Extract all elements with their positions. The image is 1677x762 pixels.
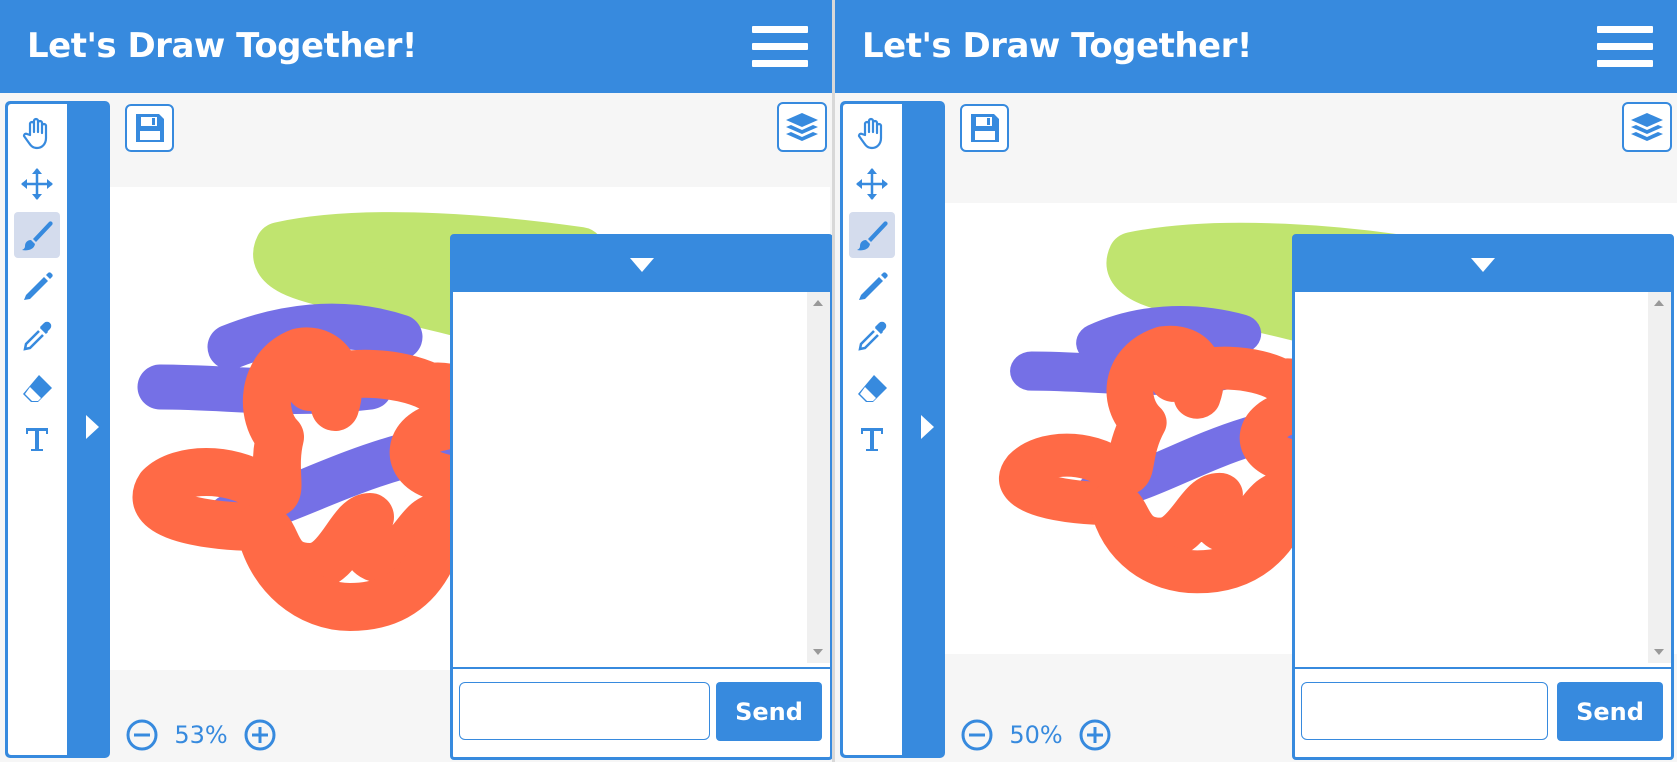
zoom-in-icon[interactable] — [1078, 718, 1112, 752]
hamburger-menu-button[interactable] — [1597, 26, 1653, 67]
chat-collapse-bar[interactable] — [1295, 237, 1671, 292]
move-tool-button[interactable] — [849, 161, 895, 207]
text-icon — [861, 428, 883, 451]
text-tool-button[interactable] — [14, 416, 60, 462]
move-arrows-icon — [21, 168, 53, 200]
chat-message-input[interactable] — [1301, 682, 1548, 740]
scroll-down-icon[interactable] — [1654, 649, 1664, 655]
hand-icon — [857, 117, 883, 150]
pencil-icon — [859, 272, 888, 300]
zoom-in-icon[interactable] — [243, 718, 277, 752]
layers-button[interactable] — [777, 102, 827, 152]
menu-bar-icon — [1597, 60, 1653, 67]
scroll-up-icon[interactable] — [813, 300, 823, 306]
chat-compose-area: Send — [453, 667, 830, 762]
hand-tool-button[interactable] — [849, 110, 895, 156]
tool-sidebar — [840, 101, 945, 758]
eraser-icon — [858, 375, 887, 402]
app-header: Let's Draw Together! — [835, 0, 1677, 93]
pencil-icon — [24, 272, 53, 300]
chat-message-input[interactable] — [459, 682, 710, 740]
brush-tool-button[interactable] — [849, 212, 895, 258]
hand-tool-button[interactable] — [14, 110, 60, 156]
floppy-disk-icon — [135, 114, 164, 142]
triangle-right-icon[interactable] — [77, 407, 105, 447]
hand-icon — [22, 117, 48, 150]
chat-collapse-bar[interactable] — [453, 237, 830, 292]
pencil-tool-button[interactable] — [849, 263, 895, 309]
zoom-out-icon[interactable] — [125, 718, 159, 752]
tool-list — [8, 104, 67, 755]
zoom-controls: 50% — [960, 717, 1112, 753]
floppy-disk-icon — [970, 114, 999, 142]
move-tool-button[interactable] — [14, 161, 60, 207]
send-button[interactable]: Send — [716, 682, 822, 741]
eraser-tool-button[interactable] — [849, 365, 895, 411]
menu-bar-icon — [752, 26, 808, 33]
eraser-tool-button[interactable] — [14, 365, 60, 411]
layers-icon — [786, 113, 818, 141]
move-arrows-icon — [856, 168, 888, 200]
brush-icon — [22, 221, 53, 251]
chat-panel: Send — [450, 234, 832, 760]
drawing-app-pane-right: Let's Draw Together! 50% Send — [835, 0, 1677, 762]
menu-bar-icon — [752, 43, 808, 50]
send-button[interactable]: Send — [1557, 682, 1663, 741]
eyedropper-icon — [23, 321, 52, 351]
scroll-down-icon[interactable] — [813, 649, 823, 655]
text-icon — [26, 428, 48, 451]
app-title: Let's Draw Together! — [27, 26, 417, 66]
scroll-up-icon[interactable] — [1654, 300, 1664, 306]
eraser-icon — [23, 375, 52, 402]
zoom-out-icon[interactable] — [960, 718, 994, 752]
zoom-level: 50% — [1009, 721, 1063, 749]
chat-compose-area: Send — [1295, 667, 1671, 762]
eyedropper-tool-button[interactable] — [14, 314, 60, 360]
eyedropper-icon — [858, 321, 887, 351]
zoom-controls: 53% — [125, 717, 277, 753]
eyedropper-tool-button[interactable] — [849, 314, 895, 360]
tool-sidebar — [5, 101, 110, 758]
chat-scrollbar[interactable] — [1648, 292, 1671, 663]
tool-list — [843, 104, 902, 755]
triangle-right-icon[interactable] — [912, 407, 940, 447]
brush-icon — [857, 221, 888, 251]
pencil-tool-button[interactable] — [14, 263, 60, 309]
text-tool-button[interactable] — [849, 416, 895, 462]
save-button[interactable] — [960, 104, 1009, 152]
menu-bar-icon — [1597, 43, 1653, 50]
menu-bar-icon — [1597, 26, 1653, 33]
chat-panel: Send — [1292, 234, 1674, 760]
drawing-app-pane-left: Let's Draw Together! 53% Send — [0, 0, 832, 762]
app-header: Let's Draw Together! — [0, 0, 832, 93]
save-button[interactable] — [125, 104, 174, 152]
hamburger-menu-button[interactable] — [752, 26, 808, 67]
zoom-level: 53% — [174, 721, 228, 749]
layers-button[interactable] — [1622, 102, 1672, 152]
menu-bar-icon — [752, 60, 808, 67]
triangle-down-icon — [1471, 258, 1495, 272]
chat-scrollbar[interactable] — [807, 292, 830, 663]
triangle-down-icon — [629, 258, 654, 272]
app-title: Let's Draw Together! — [862, 26, 1252, 66]
layers-icon — [1631, 113, 1663, 141]
brush-tool-button[interactable] — [14, 212, 60, 258]
